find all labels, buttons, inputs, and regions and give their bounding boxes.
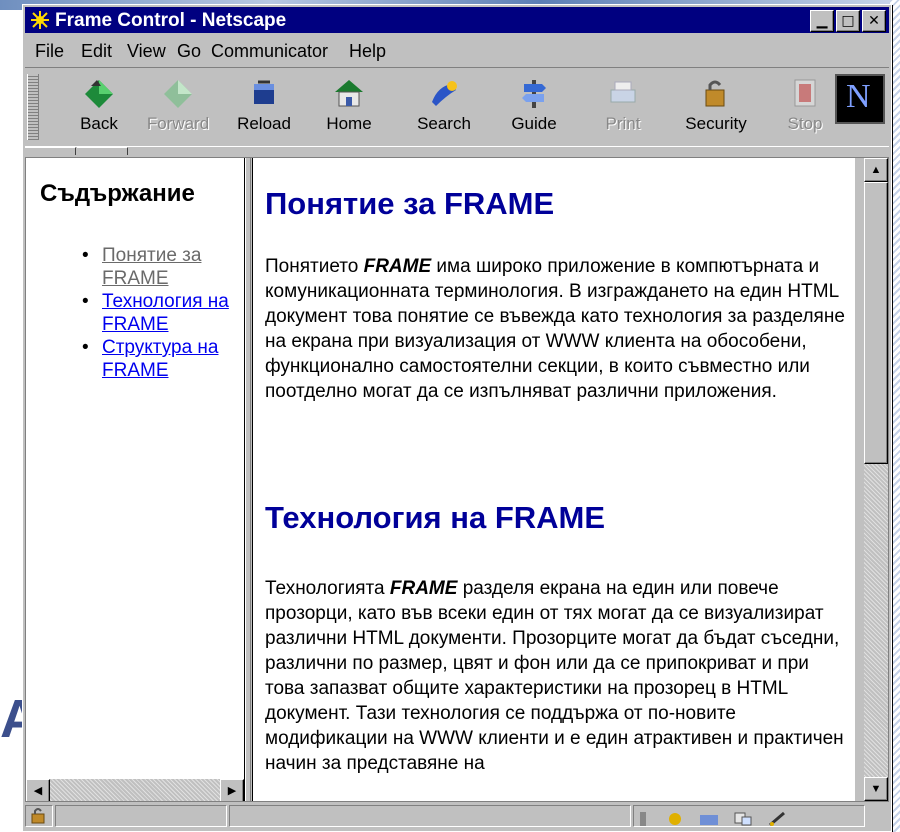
status-bar: [25, 803, 889, 829]
back-label: Back: [80, 114, 118, 133]
emphasis-frame: FRAME: [389, 578, 458, 599]
collapsed-toolbars: [25, 147, 889, 155]
frame-splitter[interactable]: [245, 158, 251, 801]
netscape-logo-letter: N: [846, 78, 871, 115]
minimize-button[interactable]: ▁: [810, 10, 834, 32]
print-icon: [610, 81, 636, 103]
security-status-cell[interactable]: [25, 805, 53, 827]
window-title: Frame Control - Netscape: [55, 10, 287, 31]
forward-button[interactable]: Forward: [143, 76, 213, 134]
scroll-left-button[interactable]: ◀: [26, 779, 50, 801]
toc-link-concept[interactable]: Понятие за FRAME: [102, 245, 201, 289]
content-vertical-scrollbar[interactable]: ▲ ▼: [864, 158, 888, 801]
back-icon: [85, 80, 113, 108]
paragraph-text: Понятието: [265, 256, 364, 277]
scroll-thumb[interactable]: [864, 182, 888, 464]
guide-icon: [522, 80, 546, 108]
menu-file[interactable]: File: [35, 41, 64, 62]
paragraph-text: има широко приложение в компютърната и к…: [265, 256, 845, 402]
scroll-down-button[interactable]: ▼: [864, 777, 888, 801]
stop-label: Stop: [787, 114, 823, 133]
search-icon: [432, 81, 457, 106]
toc-item: • Структура на FRAME: [76, 336, 232, 382]
toc-link-technology[interactable]: Технология на FRAME: [102, 291, 229, 335]
toc-frame: Съдържание • Понятие за FRAME • Технолог…: [26, 158, 245, 801]
progress-cell: [55, 805, 227, 827]
menu-communicator[interactable]: Communicator: [211, 41, 328, 62]
security-icon: [705, 80, 725, 107]
menu-view[interactable]: View: [127, 41, 166, 62]
reload-label: Reload: [237, 114, 291, 133]
back-button[interactable]: Back: [69, 76, 129, 134]
search-button[interactable]: Search: [409, 76, 479, 134]
navigation-toolbar: Back Forward Reload Home Search Guide Pr…: [25, 67, 889, 147]
toc-list: • Понятие за FRAME • Технология на FRAME…: [76, 244, 244, 382]
content-frame: Понятие за FRAME Понятието FRAME има шир…: [252, 158, 855, 801]
maximize-button[interactable]: □: [836, 10, 860, 32]
guide-button[interactable]: Guide: [501, 76, 567, 134]
heading-technology: Технология на FRAME: [265, 500, 606, 535]
search-label: Search: [417, 114, 471, 133]
composer-icon[interactable]: [766, 810, 788, 828]
reload-button[interactable]: Reload: [231, 76, 297, 134]
title-bar[interactable]: Frame Control - Netscape ▁ □ ✕: [25, 7, 889, 33]
heading-concept: Понятие за FRAME: [265, 186, 555, 221]
netscape-app-icon[interactable]: [30, 10, 50, 30]
scroll-up-button[interactable]: ▲: [864, 158, 888, 182]
toc-link-structure[interactable]: Структура на FRAME: [102, 337, 218, 381]
newsgroups-icon[interactable]: [732, 810, 754, 828]
paragraph-text: разделя екрана на един или повече прозор…: [265, 578, 844, 774]
security-label: Security: [685, 114, 747, 133]
stop-icon: [794, 79, 816, 107]
print-button[interactable]: Print: [595, 76, 651, 134]
browser-window: Frame Control - Netscape ▁ □ ✕ File Edit…: [22, 4, 892, 832]
bullet-icon: •: [82, 337, 89, 358]
bullet-icon: •: [82, 291, 89, 312]
paragraph-concept: Понятието FRAME има широко приложение в …: [265, 254, 845, 404]
print-label: Print: [605, 114, 641, 133]
component-bar: [633, 805, 865, 827]
reload-icon: [254, 80, 274, 104]
status-message-cell: [229, 805, 631, 827]
collapsed-location-toolbar-tab[interactable]: [25, 147, 76, 155]
frameset: Съдържание • Понятие за FRAME • Технолог…: [25, 157, 889, 802]
toc-item: • Понятие за FRAME: [76, 244, 212, 290]
toolbar-grip-handle[interactable]: [27, 74, 39, 140]
toc-title: Съдържание: [40, 180, 195, 207]
home-label: Home: [326, 114, 372, 133]
forward-icon: [164, 80, 192, 108]
emphasis-frame: FRAME: [363, 256, 432, 277]
paragraph-technology: Технологията FRAME разделя екрана на еди…: [265, 576, 845, 776]
component-grip-icon: [640, 812, 646, 826]
guide-label: Guide: [511, 114, 557, 133]
stop-button[interactable]: Stop: [781, 76, 829, 134]
toc-horizontal-scrollbar[interactable]: ◀ ▶: [26, 779, 244, 801]
forward-label: Forward: [146, 114, 210, 133]
menu-go[interactable]: Go: [177, 41, 201, 62]
home-icon: [335, 80, 363, 107]
menu-edit[interactable]: Edit: [81, 41, 112, 62]
toc-item: • Технология на FRAME: [76, 290, 232, 336]
navigator-icon[interactable]: [664, 810, 686, 828]
close-button[interactable]: ✕: [862, 10, 886, 32]
menu-help[interactable]: Help: [349, 41, 386, 62]
mail-icon[interactable]: [698, 810, 720, 828]
collapsed-personal-toolbar-tab[interactable]: [77, 147, 128, 155]
scroll-right-button[interactable]: ▶: [220, 779, 244, 801]
bullet-icon: •: [82, 245, 89, 266]
lock-icon: [31, 808, 45, 824]
netscape-logo[interactable]: N: [835, 74, 885, 124]
paragraph-text: Технологията: [265, 578, 390, 599]
security-button[interactable]: Security: [675, 76, 757, 134]
home-button[interactable]: Home: [321, 76, 377, 134]
